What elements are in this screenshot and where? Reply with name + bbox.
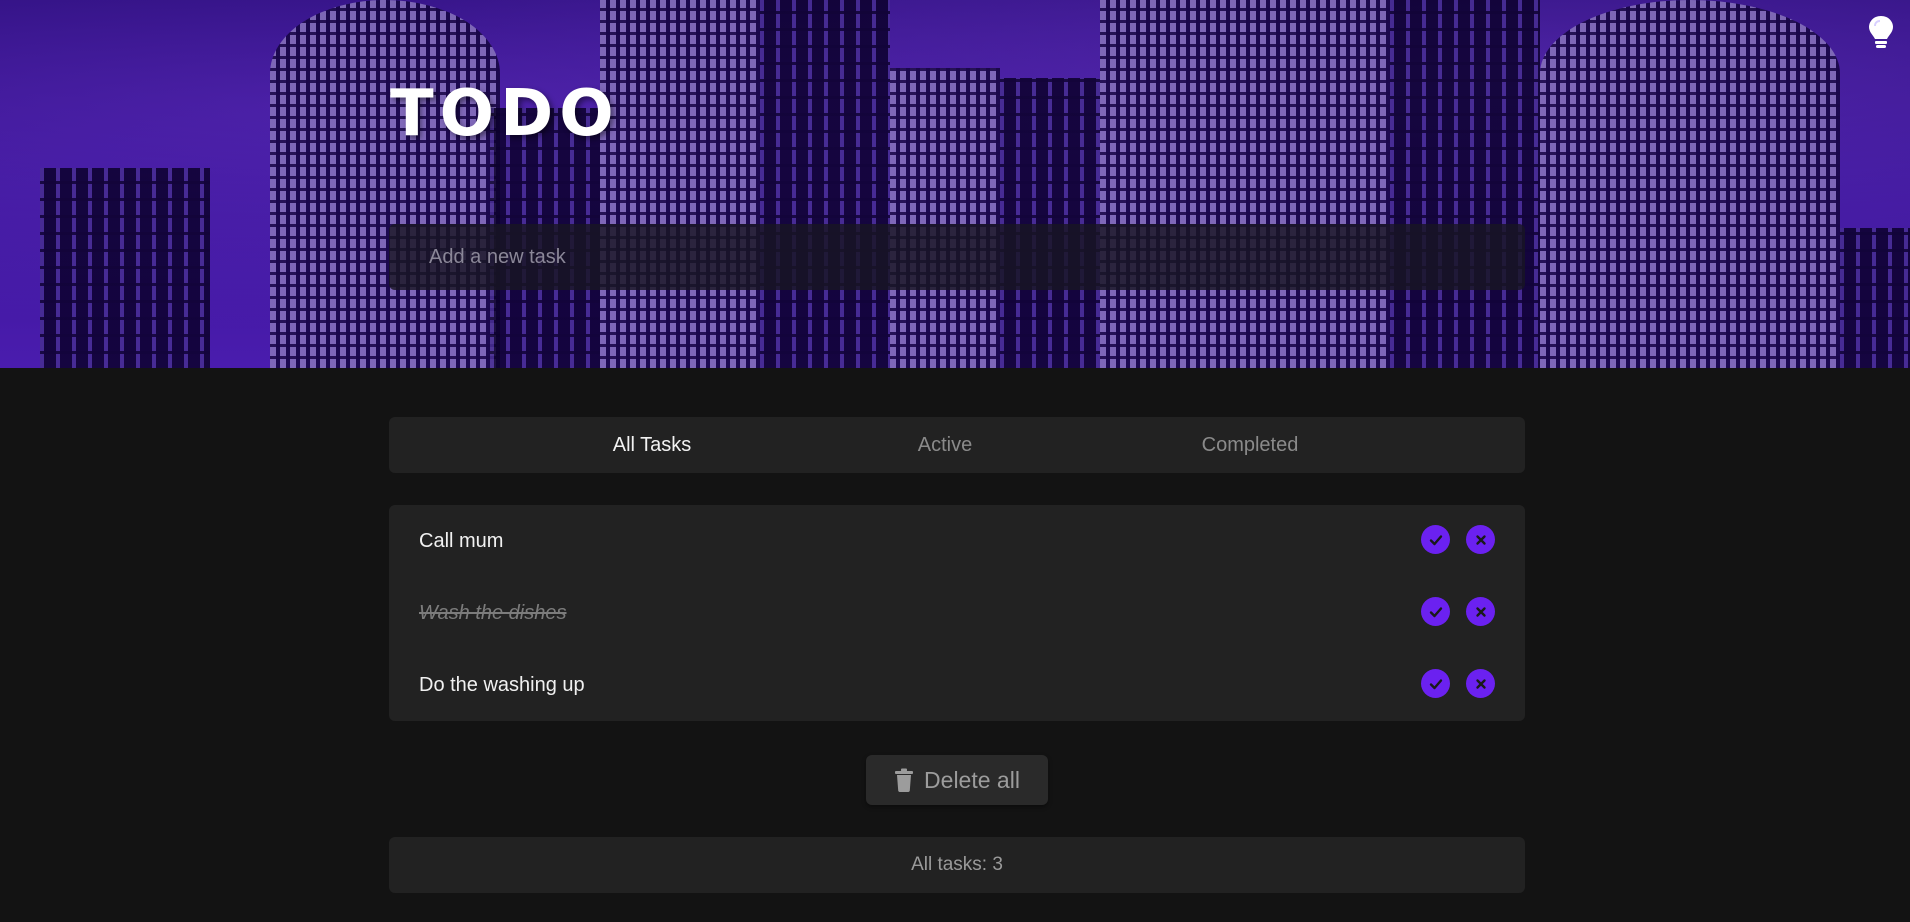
skyline-building [1840,228,1910,368]
close-icon [1475,606,1486,617]
close-icon [1475,534,1486,545]
new-task-input[interactable] [389,224,1525,290]
task-count: All tasks: 3 [911,854,1003,875]
tab-all-tasks[interactable]: All Tasks [613,417,692,473]
task-text[interactable]: Wash the dishes [419,577,567,649]
complete-task-button[interactable] [1421,525,1450,554]
header-background-image [0,0,1910,368]
close-icon [1475,678,1486,689]
delete-task-button[interactable] [1466,669,1495,698]
delete-all-label: Delete all [924,766,1020,793]
skyline-building [1390,0,1540,368]
task-text[interactable]: Do the washing up [419,649,585,721]
lightbulb-icon[interactable] [1866,14,1896,50]
tab-completed[interactable]: Completed [1202,417,1299,473]
task-item: Wash the dishes [389,577,1525,649]
task-count-footer: All tasks: 3 [389,837,1525,893]
trash-icon [895,768,914,792]
check-icon [1429,534,1442,545]
delete-task-button[interactable] [1466,597,1495,626]
check-icon [1429,678,1442,689]
skyline-building [270,0,500,368]
task-text[interactable]: Call mum [419,505,503,577]
complete-task-button[interactable] [1421,597,1450,626]
skyline-building [600,0,760,368]
skyline-building [1540,0,1840,368]
skyline-building [890,68,1000,368]
complete-task-button[interactable] [1421,669,1450,698]
skyline-building [760,0,890,368]
task-item: Do the washing up [389,649,1525,721]
skyline-building [1000,78,1100,368]
check-icon [1429,606,1442,617]
delete-all-button[interactable]: Delete all [866,755,1048,805]
tab-active[interactable]: Active [918,417,972,473]
skyline-building [40,168,210,368]
page-title: TODO [390,77,620,151]
task-item: Call mum [389,505,1525,577]
skyline-building [1100,0,1390,368]
task-list: Call mum Wash the dishes Do the washing … [389,505,1525,721]
filter-tabs: All Tasks Active Completed [389,417,1525,473]
delete-task-button[interactable] [1466,525,1495,554]
